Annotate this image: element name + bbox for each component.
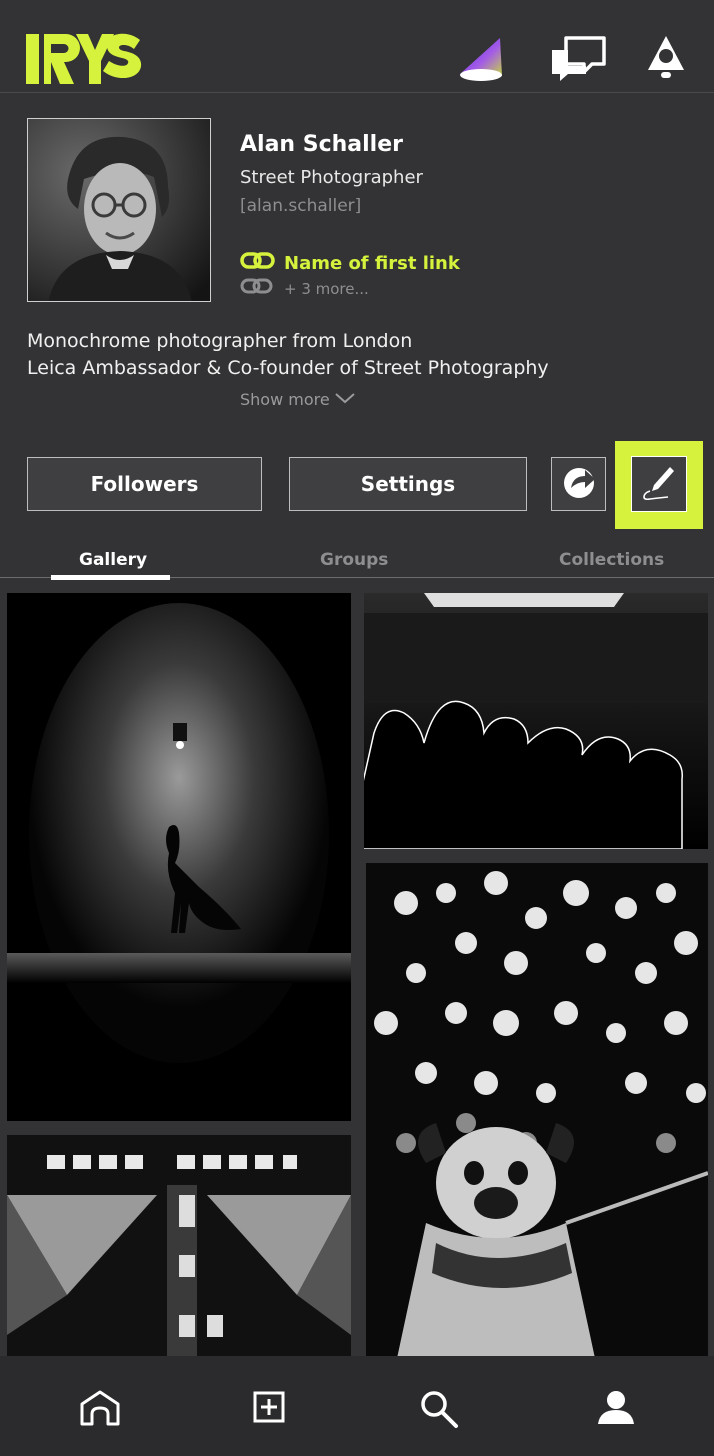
show-more-label: Show more: [240, 390, 330, 409]
pen-icon: [640, 463, 678, 505]
bio-line: Monochrome photographer from London: [27, 330, 413, 352]
irys-logo[interactable]: [26, 32, 142, 90]
bio-line: Leica Ambassador & Co-founder of Street …: [27, 357, 549, 379]
search-icon[interactable]: [418, 1388, 460, 1434]
edit-highlight: [615, 441, 703, 529]
show-more-button[interactable]: Show more: [240, 390, 356, 409]
top-bar: [0, 0, 714, 93]
profile-icon[interactable]: [596, 1388, 636, 1432]
share-button[interactable]: [551, 457, 606, 511]
add-icon[interactable]: [252, 1388, 288, 1430]
followers-button[interactable]: Followers: [27, 457, 262, 511]
profile-role: Street Photographer: [240, 167, 423, 188]
settings-button[interactable]: Settings: [289, 457, 527, 511]
link-icon: [240, 277, 274, 301]
chevron-down-icon: [334, 390, 356, 409]
active-tab-indicator: [51, 575, 170, 580]
gallery-photo[interactable]: [7, 1135, 351, 1365]
share-icon: [559, 464, 599, 505]
more-links-label: + 3 more...: [284, 280, 369, 298]
profile-tabs: Gallery Groups Collections: [0, 540, 714, 578]
gallery-photo[interactable]: [366, 863, 708, 1363]
home-icon[interactable]: [78, 1388, 122, 1432]
gallery-photo[interactable]: [7, 593, 351, 1121]
avatar[interactable]: [27, 118, 211, 302]
profile-handle: [alan.schaller]: [240, 196, 362, 216]
more-links[interactable]: + 3 more...: [240, 277, 369, 301]
link-label: Name of first link: [284, 252, 460, 274]
tab-collections[interactable]: Collections: [559, 550, 664, 570]
tab-gallery[interactable]: Gallery: [79, 550, 147, 570]
gallery-photo[interactable]: [364, 593, 708, 849]
cone-icon[interactable]: [456, 34, 506, 88]
tab-groups[interactable]: Groups: [320, 550, 388, 570]
profile-bio: Monochrome photographer from London Leic…: [27, 328, 549, 382]
bell-icon[interactable]: [644, 34, 688, 84]
profile-link[interactable]: Name of first link: [240, 250, 460, 276]
edit-profile-button[interactable]: [631, 456, 687, 512]
chat-icon[interactable]: [548, 34, 608, 86]
link-icon: [240, 250, 276, 276]
bottom-nav: [0, 1356, 714, 1456]
profile-name: Alan Schaller: [240, 132, 403, 157]
